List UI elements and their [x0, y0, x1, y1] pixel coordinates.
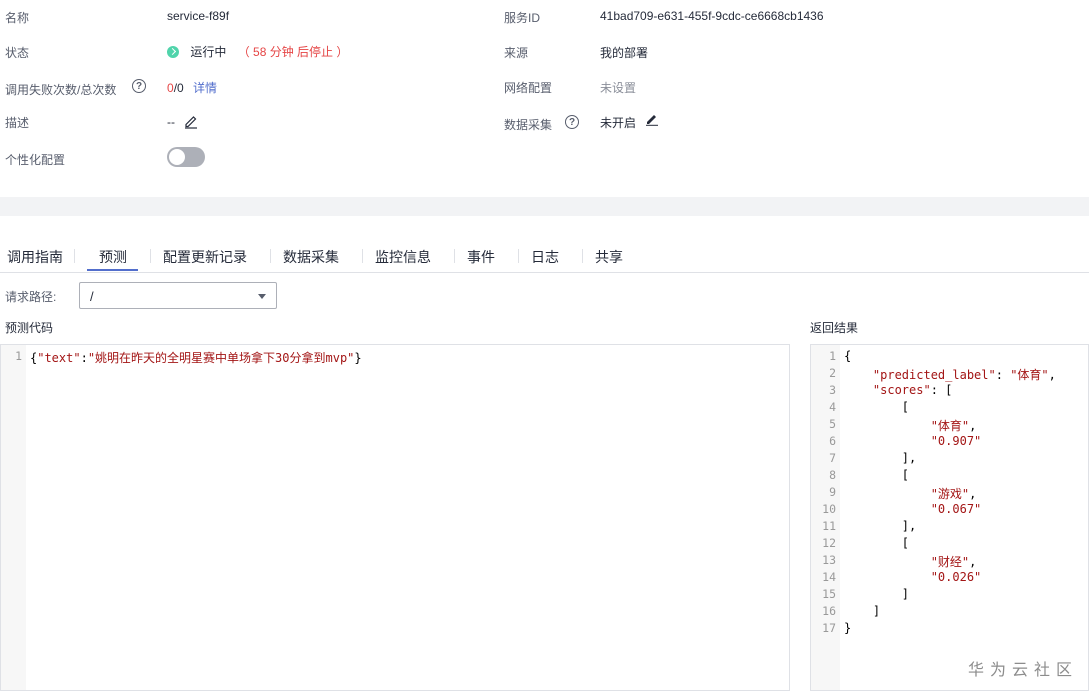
- request-path-select[interactable]: /: [79, 282, 277, 309]
- active-tab-indicator: [87, 269, 138, 271]
- line-number: 16: [822, 604, 836, 618]
- result-editor[interactable]: 1 {2 "predicted_label": "体育", 3 "scores": …: [810, 344, 1089, 691]
- code-line: }: [844, 621, 852, 635]
- line-number: 13: [822, 553, 836, 567]
- code-line: "游戏",: [930, 487, 977, 501]
- tab-bar: 调用指南 预测 配置更新记录 数据采集 监控信息 事件 日志 共享: [0, 239, 1089, 273]
- code-line: [: [844, 468, 910, 482]
- tab-separator: [518, 249, 519, 263]
- tab-data-collection[interactable]: 数据采集: [283, 247, 339, 267]
- help-icon[interactable]: ?: [132, 79, 146, 93]
- tab-events[interactable]: 事件: [467, 247, 495, 267]
- line-number: 8: [829, 468, 836, 482]
- source-value: 我的部署: [600, 46, 649, 60]
- toggle-knob: [169, 149, 185, 165]
- line-number: 1: [829, 349, 836, 363]
- code-line: ],: [844, 519, 917, 533]
- name-label: 名称: [5, 11, 30, 25]
- tab-config-history[interactable]: 配置更新记录: [163, 247, 247, 267]
- tab-separator: [582, 249, 583, 263]
- total-count: /0: [173, 81, 184, 95]
- edit-pencil-icon[interactable]: [183, 113, 199, 129]
- tab-logs[interactable]: 日志: [531, 247, 559, 267]
- line-number: 3: [829, 383, 836, 397]
- code-line: "财经",: [930, 555, 977, 569]
- caret-down-icon: [258, 294, 266, 299]
- service-id-value: 41bad709-e631-455f-9cdc-ce6668cb1436: [600, 9, 824, 23]
- fail-total-label: 调用失败次数/总次数: [5, 83, 117, 97]
- status-field: 运行中 （ 58 分钟 后停止 ）: [167, 43, 348, 60]
- predict-code-editor[interactable]: 1 {"text":"姚明在昨天的全明星赛中单场拿下30分拿到mvp"}: [0, 344, 790, 691]
- code-line: ]: [844, 587, 910, 601]
- tab-separator: [74, 249, 75, 263]
- tab-separator: [270, 249, 271, 263]
- edit-pencil-icon[interactable]: [645, 112, 659, 126]
- description-value: --: [167, 115, 175, 129]
- line-number: 12: [822, 536, 836, 550]
- line-number: 7: [829, 451, 836, 465]
- line-number: 5: [829, 417, 836, 431]
- request-path-value: /: [90, 289, 94, 304]
- tab-separator: [454, 249, 455, 263]
- predict-code-title: 预测代码: [5, 321, 54, 335]
- line-number: 2: [829, 366, 836, 380]
- code-line: ],: [844, 451, 917, 465]
- line-number: 9: [829, 485, 836, 499]
- line-number: 4: [829, 400, 836, 414]
- details-link[interactable]: 详情: [193, 81, 217, 95]
- status-value: 运行中: [190, 45, 227, 59]
- code-line: "0.907": [930, 434, 982, 448]
- fail-count: 0: [167, 81, 174, 95]
- personalization-label: 个性化配置: [5, 153, 66, 167]
- result-title: 返回结果: [810, 321, 859, 335]
- line-number: 6: [829, 434, 836, 448]
- tab-guide[interactable]: 调用指南: [7, 247, 63, 267]
- code-line: "0.026": [930, 570, 982, 584]
- code-line: [: [844, 400, 910, 414]
- tab-predict[interactable]: 预测: [99, 247, 127, 267]
- code-line: [: [844, 536, 910, 550]
- network-label: 网络配置: [504, 81, 553, 95]
- status-stop-note: （ 58 分钟 后停止 ）: [237, 45, 349, 59]
- code-line: "体育",: [930, 419, 977, 433]
- tab-separator: [150, 249, 151, 263]
- code-line: {: [844, 349, 852, 363]
- tab-share[interactable]: 共享: [595, 247, 623, 267]
- code-line: "predicted_label": "体育",: [872, 368, 1056, 382]
- service-name: service-f89f: [167, 9, 230, 23]
- request-path-label: 请求路径:: [5, 290, 57, 304]
- line-gutter: [1, 345, 26, 690]
- tab-monitoring[interactable]: 监控信息: [375, 247, 431, 267]
- code-line: ]: [844, 604, 881, 618]
- watermark: 华为云社区: [968, 662, 1079, 679]
- line-number: 10: [822, 502, 836, 516]
- line-number: 11: [822, 519, 836, 533]
- network-value: 未设置: [600, 81, 637, 95]
- line-number: 17: [822, 621, 836, 635]
- personalization-toggle[interactable]: [167, 147, 205, 167]
- line-number: 15: [822, 587, 836, 601]
- tab-separator: [362, 249, 363, 263]
- help-icon[interactable]: ?: [565, 115, 579, 129]
- code-line: {"text":"姚明在昨天的全明星赛中单场拿下30分拿到mvp"}: [30, 351, 362, 365]
- line-number: 14: [822, 570, 836, 584]
- line-number: 1: [15, 349, 22, 363]
- fail-total-value: 0/0 详情: [167, 79, 217, 96]
- data-collect-value: 未开启: [600, 116, 637, 130]
- running-status-icon: [167, 46, 179, 58]
- data-collect-label: 数据采集: [504, 118, 553, 132]
- description-label: 描述: [5, 116, 30, 130]
- service-id-label: 服务ID: [504, 11, 541, 25]
- code-line: "scores": [: [872, 383, 953, 397]
- status-label: 状态: [5, 46, 30, 60]
- section-divider: [0, 197, 1089, 216]
- source-label: 来源: [504, 46, 529, 60]
- code-line: "0.067": [930, 502, 982, 516]
